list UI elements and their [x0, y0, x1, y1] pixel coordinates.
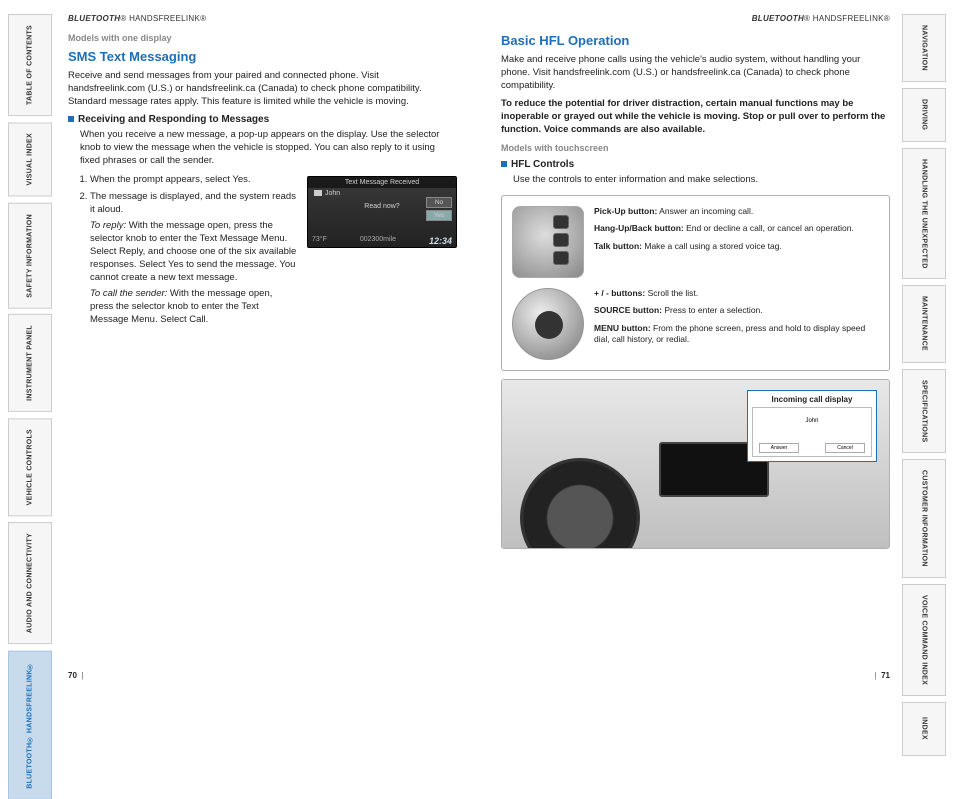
menu-label: MENU button:	[594, 323, 651, 333]
tab-index[interactable]: INDEX	[902, 702, 946, 756]
runhead-bt: BLUETOOTH	[68, 14, 120, 23]
plusminus-text: Scroll the list.	[645, 288, 698, 298]
subhead-body-right: Use the controls to enter information an…	[501, 174, 890, 187]
intro-text-right: Make and receive phone calls using the v…	[501, 54, 890, 92]
tab-driving[interactable]: DRIVING	[902, 88, 946, 142]
page-spread: BLUETOOTH® HANDSFREELINK® Models with on…	[56, 14, 902, 684]
left-nav-tabs: TABLE OF CONTENTS VISUAL INDEX SAFETY IN…	[8, 14, 52, 799]
runhead-hfl: HANDSFREELINK	[129, 14, 200, 23]
reply-para: To reply: With the message open, press t…	[90, 220, 297, 284]
popup-no-button: No	[426, 197, 452, 208]
controls-box: Pick-Up button: Answer an incoming call.…	[501, 195, 890, 371]
dial-figure	[512, 288, 584, 360]
ctrl1-desc: Pick-Up button: Answer an incoming call.…	[594, 206, 879, 258]
pickup-button-icon	[553, 215, 569, 229]
reg-mark: ®	[804, 14, 810, 23]
source-button-icon	[535, 311, 563, 339]
dashboard-figure-box: Incoming call display John Answer Cancel	[501, 379, 890, 549]
tab-vehicle-controls[interactable]: VEHICLE CONTROLS	[8, 418, 52, 516]
page-num: 70	[68, 671, 77, 680]
page-number-right: | 71	[875, 671, 890, 680]
call-label: To call the sender:	[90, 288, 167, 299]
talk-text: Make a call using a stored voice tag.	[642, 241, 782, 251]
popup-from-name: John	[325, 190, 340, 197]
runhead-bt: BLUETOOTH	[752, 14, 804, 23]
popup-yes-button: Yes	[426, 210, 452, 221]
tab-unexpected[interactable]: HANDLING THE UNEXPECTED	[902, 148, 946, 280]
warning-text: To reduce the potential for driver distr…	[501, 98, 890, 136]
steps-list: When the prompt appears, select Yes. The…	[68, 174, 297, 216]
callout-screen: John Answer Cancel	[752, 407, 872, 457]
models-note-right: Models with touchscreen	[501, 143, 890, 153]
step-1: When the prompt appears, select Yes.	[90, 174, 297, 187]
callout-cancel-button: Cancel	[825, 443, 865, 453]
section-title-sms: SMS Text Messaging	[68, 49, 457, 64]
hangup-button-icon	[553, 233, 569, 247]
popup-title: Text Message Received	[308, 177, 456, 188]
runhead-hfl: HANDSFREELINK	[813, 14, 884, 23]
reg-mark: ®	[120, 14, 126, 23]
tab-instrument-panel[interactable]: INSTRUMENT PANEL	[8, 314, 52, 412]
tab-customer-info[interactable]: CUSTOMER INFORMATION	[902, 459, 946, 578]
section-title-hfl: Basic HFL Operation	[501, 33, 890, 48]
envelope-icon	[314, 190, 322, 196]
intro-text: Receive and send messages from your pair…	[68, 70, 457, 108]
tab-toc[interactable]: TABLE OF CONTENTS	[8, 14, 52, 116]
callout-caller: John	[755, 418, 869, 424]
callout-answer-button: Answer	[759, 443, 799, 453]
tab-voice-index[interactable]: VOICE COMMAND INDEX	[902, 584, 946, 696]
tab-bluetooth[interactable]: BLUETOOTH® HANDSFREELINK®	[8, 651, 52, 799]
hangup-text: End or decline a call, or cancel an oper…	[684, 223, 854, 233]
steering-wheel-icon	[520, 458, 640, 549]
pickup-text: Answer an incoming call.	[657, 206, 753, 216]
talk-button-icon	[553, 251, 569, 265]
popup-time: 12:34	[429, 236, 452, 246]
tab-maintenance[interactable]: MAINTENANCE	[902, 285, 946, 362]
tab-navigation[interactable]: NAVIGATION	[902, 14, 946, 82]
popup-temp: 73°F	[312, 236, 327, 246]
page-num: 71	[881, 671, 890, 680]
tab-safety[interactable]: SAFETY INFORMATION	[8, 203, 52, 309]
subhead-body: When you receive a new message, a pop-up…	[68, 129, 457, 167]
incoming-call-callout: Incoming call display John Answer Cancel	[747, 390, 877, 462]
page-left: BLUETOOTH® HANDSFREELINK® Models with on…	[56, 14, 479, 684]
source-label: SOURCE button:	[594, 305, 662, 315]
step-2: The message is displayed, and the system…	[90, 191, 297, 217]
reg-mark: ®	[200, 14, 206, 23]
dashboard-figure: Incoming call display John Answer Cancel	[502, 380, 889, 548]
right-nav-tabs: NAVIGATION DRIVING HANDLING THE UNEXPECT…	[902, 14, 946, 756]
text-message-popup-figure: Text Message Received John Read now? No …	[307, 176, 457, 248]
call-para: To call the sender: With the message ope…	[90, 288, 297, 326]
talk-label: Talk button:	[594, 241, 642, 251]
reg-mark: ®	[884, 14, 890, 23]
subhead-hfl-controls: HFL Controls	[501, 159, 890, 170]
subhead-receiving: Receiving and Responding to Messages	[68, 114, 457, 125]
page-number-left: 70 |	[68, 671, 83, 680]
running-head-left: BLUETOOTH® HANDSFREELINK®	[68, 14, 457, 23]
tab-visual-index[interactable]: VISUAL INDEX	[8, 122, 52, 196]
ctrl2-desc: + / - buttons: Scroll the list. SOURCE b…	[594, 288, 879, 352]
tab-specs[interactable]: SPECIFICATIONS	[902, 369, 946, 453]
source-text: Press to enter a selection.	[662, 305, 763, 315]
tab-audio[interactable]: AUDIO AND CONNECTIVITY	[8, 522, 52, 644]
hangup-label: Hang-Up/Back button:	[594, 223, 684, 233]
running-head-right: BLUETOOTH® HANDSFREELINK®	[501, 14, 890, 23]
page-right: BLUETOOTH® HANDSFREELINK® Basic HFL Oper…	[479, 14, 902, 684]
steering-buttons-figure	[512, 206, 584, 278]
models-note: Models with one display	[68, 33, 457, 43]
reply-label: To reply:	[90, 220, 126, 231]
callout-title: Incoming call display	[752, 395, 872, 404]
pickup-label: Pick-Up button:	[594, 206, 657, 216]
plusminus-label: + / - buttons:	[594, 288, 645, 298]
popup-odo: 002300mile	[360, 236, 396, 246]
